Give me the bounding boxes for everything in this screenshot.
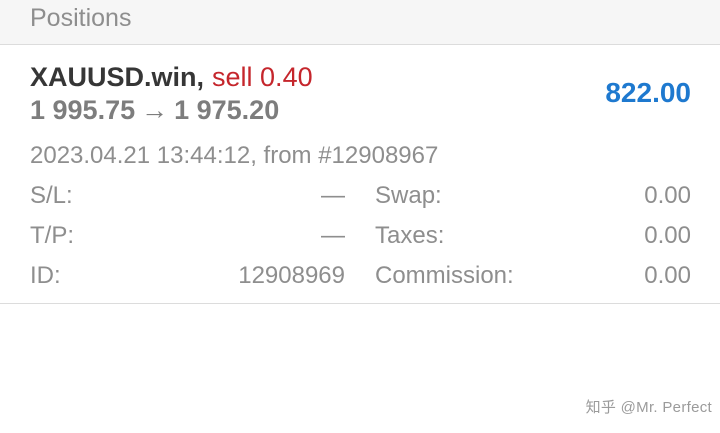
stop-loss-value: — [321, 182, 345, 209]
taxes-value: 0.00 [644, 222, 691, 249]
commission-label: Commission: [375, 262, 514, 289]
swap-value: 0.00 [644, 182, 691, 209]
positions-section-header: Positions [0, 0, 720, 45]
symbol-line: XAUUSD.win, sell 0.40 [30, 62, 313, 92]
position-item[interactable]: XAUUSD.win, sell 0.40 1 995.75 → 1 975.20 8… [0, 45, 720, 304]
open-price: 1 995.75 [30, 95, 136, 125]
price-line: 1 995.75 → 1 975.20 [30, 95, 279, 125]
section-title: Positions [30, 4, 132, 32]
take-profit-label: T/P: [30, 222, 75, 249]
taxes-label: Taxes: [375, 222, 445, 249]
position-id-value: 12908969 [238, 262, 345, 289]
take-profit-value: — [321, 222, 345, 249]
commission-value: 0.00 [644, 262, 691, 289]
watermark: 知乎 @Mr. Perfect [585, 399, 712, 416]
swap-label: Swap: [375, 182, 442, 209]
position-id-label: ID: [30, 262, 61, 289]
profit-value: 822.00 [605, 77, 691, 108]
price-arrow-icon: → [141, 95, 169, 125]
symbol-name: XAUUSD.win [30, 62, 197, 92]
current-price: 1 975.20 [174, 95, 280, 125]
symbol-separator: , [196, 62, 205, 92]
stop-loss-label: S/L: [30, 182, 73, 209]
open-time-and-order: 2023.04.21 13:44:12, from #12908967 [30, 142, 439, 169]
trade-side-volume: sell 0.40 [212, 62, 313, 92]
